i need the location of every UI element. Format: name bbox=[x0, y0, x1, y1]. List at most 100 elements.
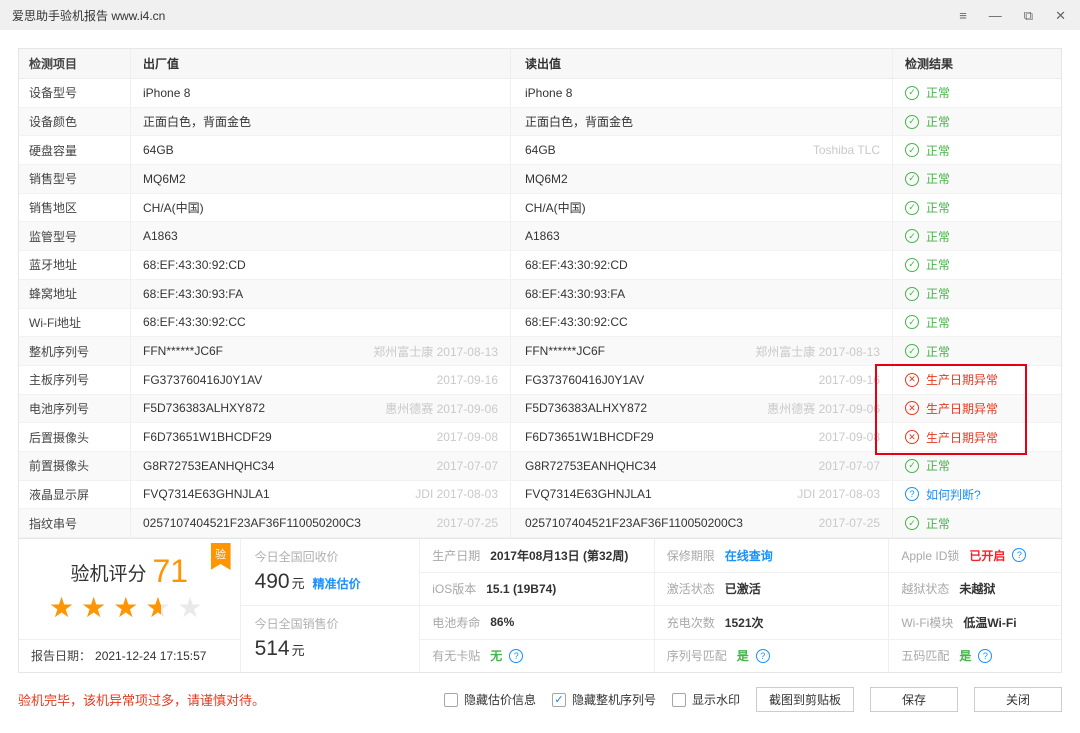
check-circle-icon: ✓ bbox=[905, 287, 919, 301]
info-label: 有无卡贴 bbox=[432, 647, 480, 664]
check-circle-icon: ✓ bbox=[905, 459, 919, 473]
read-value: 64GB bbox=[525, 143, 556, 157]
table-row: 销售地区CH/A(中国)CH/A(中国)✓正常 bbox=[19, 194, 1061, 223]
factory-value: G8R72753EANHQHC34 bbox=[143, 459, 274, 473]
screenshot-to-clipboard-button[interactable]: 截图到剪贴板 bbox=[756, 687, 854, 712]
help-icon[interactable]: ? bbox=[1012, 548, 1026, 562]
info-cell: Apple ID锁已开启? bbox=[889, 539, 1061, 573]
read-cell: 正面白色，背面金色 bbox=[511, 108, 893, 136]
table-body: 设备型号iPhone 8iPhone 8✓正常设备颜色正面白色，背面金色正面白色… bbox=[19, 79, 1061, 538]
table-row: Wi-Fi地址68:EF:43:30:92:CC68:EF:43:30:92:C… bbox=[19, 309, 1061, 338]
result-text: 正常 bbox=[926, 314, 950, 331]
read-cell: FFN******JC6F 郑州富士康 2017-08-13 bbox=[511, 337, 893, 365]
title-bar: 爱思助手验机报告 www.i4.cn ≡ — ⧉ ✕ bbox=[0, 0, 1080, 30]
row-item-label: 蓝牙地址 bbox=[19, 251, 131, 279]
score-label: 验机评分 bbox=[70, 564, 146, 585]
factory-note: 郑州富士康 2017-08-13 bbox=[373, 343, 498, 360]
read-note: 2017-09-08 bbox=[819, 430, 880, 444]
estimate-link[interactable]: 精准估价 bbox=[313, 575, 361, 592]
read-cell: 68:EF:43:30:92:CC bbox=[511, 309, 893, 337]
result-text: 正常 bbox=[926, 457, 950, 474]
info-label: 生产日期 bbox=[432, 547, 480, 564]
factory-cell: CH/A(中国) bbox=[131, 194, 511, 222]
read-note: 郑州富士康 2017-08-13 bbox=[755, 343, 880, 360]
info-label: 序列号匹配 bbox=[667, 647, 727, 664]
footer-bar: 验机完毕，该机异常项过多，请谨慎对待。 隐藏估价信息✓隐藏整机序列号显示水印 截… bbox=[18, 687, 1062, 712]
check-circle-icon: ✓ bbox=[905, 86, 919, 100]
sale-price-value: 514 bbox=[255, 637, 290, 661]
checkbox[interactable]: ✓隐藏整机序列号 bbox=[552, 691, 656, 708]
checkbox-checked-icon[interactable]: ✓ bbox=[552, 693, 566, 707]
info-value: 是 bbox=[959, 647, 971, 664]
factory-cell: FG373760416J0Y1AV2017-09-16 bbox=[131, 366, 511, 394]
read-note: JDI 2017-08-03 bbox=[797, 487, 880, 501]
row-item-label: Wi-Fi地址 bbox=[19, 309, 131, 337]
info-label: iOS版本 bbox=[432, 580, 476, 597]
result-text: 生产日期异常 bbox=[926, 429, 998, 446]
factory-note: 2017-09-16 bbox=[437, 373, 498, 387]
read-value: MQ6M2 bbox=[525, 172, 568, 186]
result-cell: ✓正常 bbox=[893, 222, 1061, 250]
result-cell: ✓正常 bbox=[893, 509, 1061, 537]
info-cell: 序列号匹配是? bbox=[655, 640, 889, 673]
factory-note: JDI 2017-08-03 bbox=[415, 487, 498, 501]
result-cell: ✕生产日期异常 bbox=[893, 395, 1061, 423]
check-circle-icon: ✓ bbox=[905, 201, 919, 215]
close-button[interactable]: 关闭 bbox=[974, 687, 1062, 712]
row-item-label: 蜂窝地址 bbox=[19, 280, 131, 308]
table-header: 检测项目 出厂值 读出值 检测结果 bbox=[19, 49, 1061, 79]
row-item-label: 液晶显示屏 bbox=[19, 481, 131, 509]
table-row: 电池序列号F5D736383ALHXY872惠州德赛 2017-09-06F5D… bbox=[19, 395, 1061, 424]
result-text: 正常 bbox=[926, 142, 950, 159]
read-value: 68:EF:43:30:93:FA bbox=[525, 287, 625, 301]
result-text: 正常 bbox=[926, 256, 950, 273]
checkbox[interactable]: 隐藏估价信息 bbox=[444, 691, 536, 708]
table-row: 蜂窝地址68:EF:43:30:93:FA68:EF:43:30:93:FA✓正… bbox=[19, 280, 1061, 309]
result-cell: ✓正常 bbox=[893, 165, 1061, 193]
info-cell: 激活状态已激活 bbox=[655, 573, 889, 607]
check-circle-icon: ✓ bbox=[905, 258, 919, 272]
row-item-label: 设备颜色 bbox=[19, 108, 131, 136]
table-row: 硬盘容量64GB64GBToshiba TLC✓正常 bbox=[19, 136, 1061, 165]
result-text: 正常 bbox=[926, 285, 950, 302]
factory-value: MQ6M2 bbox=[143, 172, 186, 186]
factory-value: 64GB bbox=[143, 143, 174, 157]
restore-icon[interactable]: ⧉ bbox=[1024, 9, 1033, 22]
read-value: FVQ7314E63GHNJLA1 bbox=[525, 487, 652, 501]
read-note: 2017-09-16 bbox=[819, 373, 880, 387]
checkbox-unchecked-icon[interactable] bbox=[672, 693, 686, 707]
summary-section: 验 验机评分71 ★★★★★★★★★★ 报告日期： 2021-12-24 17:… bbox=[19, 538, 1061, 672]
table-row: 主板序列号FG373760416J0Y1AV2017-09-16FG373760… bbox=[19, 366, 1061, 395]
minimize-icon[interactable]: — bbox=[989, 9, 1002, 22]
help-icon[interactable]: ? bbox=[756, 649, 770, 663]
checkbox-unchecked-icon[interactable] bbox=[444, 693, 458, 707]
menu-icon[interactable]: ≡ bbox=[959, 9, 967, 22]
table-row: 蓝牙地址68:EF:43:30:92:CD68:EF:43:30:92:CD✓正… bbox=[19, 251, 1061, 280]
result-cell: ✓ 正常 bbox=[893, 251, 1061, 279]
check-circle-icon: ✓ bbox=[905, 516, 919, 530]
close-icon[interactable]: ✕ bbox=[1055, 9, 1066, 22]
read-cell: FG373760416J0Y1AV2017-09-16 bbox=[511, 366, 893, 394]
check-circle-icon: ✓ bbox=[905, 115, 919, 129]
result-text[interactable]: 如何判断? bbox=[926, 486, 981, 503]
save-button[interactable]: 保存 bbox=[870, 687, 958, 712]
report-date-row: 报告日期： 2021-12-24 17:15:57 bbox=[19, 639, 240, 673]
factory-value: F6D73651W1BHCDF29 bbox=[143, 430, 272, 444]
recycle-price-group: 今日全国回收价 490 元 精准估价 bbox=[241, 539, 420, 606]
help-icon[interactable]: ? bbox=[509, 649, 523, 663]
read-value: FFN******JC6F bbox=[525, 344, 605, 358]
info-label: 越狱状态 bbox=[901, 580, 949, 597]
checkbox[interactable]: 显示水印 bbox=[672, 691, 740, 708]
result-text: 正常 bbox=[926, 199, 950, 216]
info-cell: 保修期限在线查询 bbox=[655, 539, 889, 573]
read-value: CH/A(中国) bbox=[525, 199, 586, 216]
read-cell: 0257107404521F23AF36F110050200C32017-07-… bbox=[511, 509, 893, 537]
recycle-price-line: 490 元 精准估价 bbox=[255, 570, 420, 594]
row-item-label: 后置摄像头 bbox=[19, 423, 131, 451]
info-column-1: 生产日期2017年08月13日 (第32周)iOS版本15.1 (19B74)电… bbox=[420, 539, 655, 672]
help-icon[interactable]: ? bbox=[978, 649, 992, 663]
read-cell: F5D736383ALHXY872惠州德赛 2017-09-06 bbox=[511, 395, 893, 423]
result-cell[interactable]: ?如何判断? bbox=[893, 481, 1061, 509]
info-column-2: 保修期限在线查询激活状态已激活充电次数1521次序列号匹配是? bbox=[655, 539, 890, 672]
info-value[interactable]: 在线查询 bbox=[725, 547, 773, 564]
